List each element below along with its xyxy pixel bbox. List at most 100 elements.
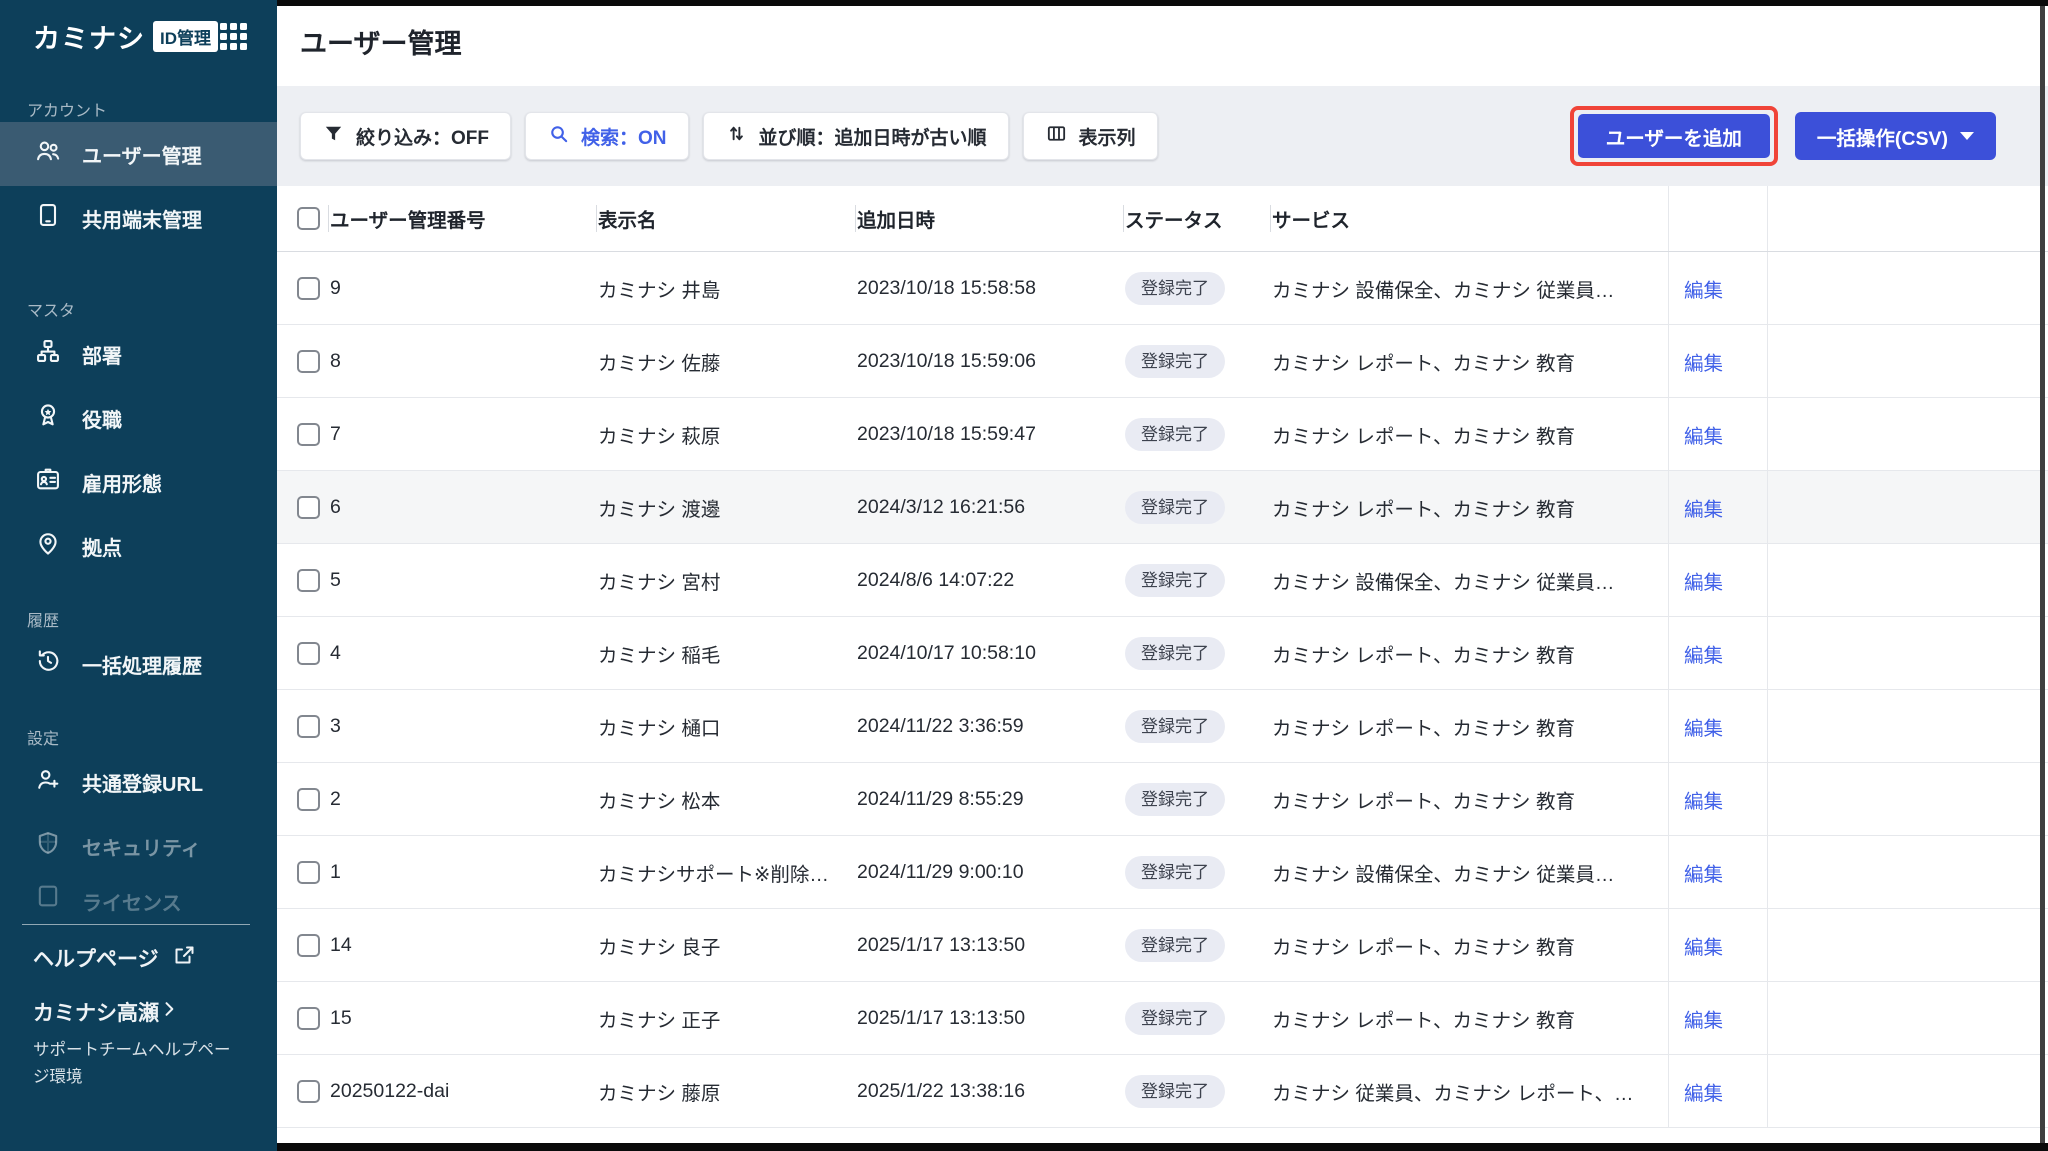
row-spacer-cell — [1767, 252, 2048, 324]
row-checkbox[interactable] — [297, 568, 320, 592]
edit-cell: 編集 — [1668, 325, 1767, 397]
row-spacer-cell — [1767, 690, 2048, 762]
sidebar-item-user-management[interactable]: ユーザー管理 — [0, 122, 277, 186]
user-id-cell: 8 — [330, 349, 341, 372]
edit-cell: 編集 — [1668, 982, 1767, 1054]
column-header-status[interactable]: ステータス — [1123, 186, 1270, 251]
row-checkbox[interactable] — [297, 714, 320, 738]
edit-link[interactable]: 編集 — [1684, 785, 1723, 814]
status-badge: 登録完了 — [1125, 417, 1225, 451]
services-cell: カミナシ 設備保全、カミナシ 従業員… — [1272, 279, 1615, 302]
row-checkbox[interactable] — [297, 641, 320, 665]
sidebar-item-label: 一括処理履歴 — [82, 655, 202, 678]
display-name-cell: カミナシサポート※削除… — [598, 863, 829, 886]
search-label: 検索：ON — [581, 127, 667, 149]
edit-link[interactable]: 編集 — [1684, 420, 1723, 449]
column-header-added-at[interactable]: 追加日時 — [855, 186, 1123, 251]
status-cell: 登録完了 — [1123, 763, 1270, 835]
sidebar-item-label: 役職 — [82, 409, 122, 432]
account-menu[interactable]: カミナシ高瀬 — [0, 993, 277, 1031]
row-select-cell — [277, 398, 328, 470]
row-checkbox[interactable] — [297, 349, 320, 373]
display-name-cell: カミナシ 樋口 — [598, 717, 721, 740]
select-all-cell — [277, 186, 328, 251]
added-at-cell: 2023/10/18 15:59:06 — [857, 349, 1036, 372]
row-checkbox[interactable] — [297, 422, 320, 446]
vertical-scrollbar[interactable] — [2040, 6, 2045, 1143]
added-at-cell: 2024/11/29 8:55:29 — [857, 787, 1024, 810]
help-page-link[interactable]: ヘルプページ — [0, 939, 277, 977]
sidebar-item-security[interactable]: セキュリティ — [0, 814, 277, 878]
edit-link[interactable]: 編集 — [1684, 274, 1723, 303]
status-cell: 登録完了 — [1123, 544, 1270, 616]
external-link-icon — [173, 943, 197, 973]
license-icon — [34, 882, 62, 916]
row-checkbox[interactable] — [297, 933, 320, 957]
edit-link[interactable]: 編集 — [1684, 858, 1723, 887]
column-header-services[interactable]: サービス — [1270, 186, 1668, 251]
column-header-spacer — [1767, 186, 2048, 251]
row-checkbox[interactable] — [297, 1079, 320, 1103]
columns-icon — [1045, 122, 1068, 151]
sidebar-item-locations[interactable]: 拠点 — [0, 514, 277, 578]
added-at-cell: 2024/3/12 16:21:56 — [857, 495, 1026, 518]
logo-text: カミナシ — [33, 23, 145, 54]
user-id-cell: 6 — [330, 495, 341, 518]
sidebar-item-registration-url[interactable]: 共通登録URL — [0, 750, 277, 814]
sidebar-divider — [22, 924, 250, 925]
sidebar-item-departments[interactable]: 部署 — [0, 322, 277, 386]
user-id-cell: 20250122-dai — [330, 1079, 450, 1102]
edit-link[interactable]: 編集 — [1684, 639, 1723, 668]
sidebar-item-shared-devices[interactable]: 共用端末管理 — [0, 186, 277, 250]
display-name-cell: カミナシ 渡邊 — [598, 498, 721, 521]
app-logo[interactable]: カミナシ ID管理 — [0, 0, 277, 72]
added-at-cell: 2023/10/18 15:59:47 — [857, 422, 1036, 445]
edit-cell: 編集 — [1668, 617, 1767, 689]
select-all-checkbox[interactable] — [297, 207, 320, 230]
row-checkbox[interactable] — [297, 860, 320, 884]
sidebar-item-label: 部署 — [82, 345, 122, 368]
services-cell: カミナシ レポート、カミナシ 教育 — [1272, 1009, 1575, 1032]
sidebar-item-positions[interactable]: 役職 — [0, 386, 277, 450]
row-spacer-cell — [1767, 836, 2048, 908]
sort-button[interactable]: 並び順：追加日時が古い順 — [702, 112, 1009, 160]
sidebar-item-label: 共通登録URL — [82, 773, 204, 796]
edit-link[interactable]: 編集 — [1684, 493, 1723, 522]
display-name-cell: カミナシ 佐藤 — [598, 352, 721, 375]
edit-link[interactable]: 編集 — [1684, 931, 1723, 960]
sidebar-item-employment-type[interactable]: 雇用形態 — [0, 450, 277, 514]
table-row: 15 カミナシ 正子 2025/1/17 13:13:50 登録完了 カミナシ … — [277, 982, 2048, 1055]
edit-link[interactable]: 編集 — [1684, 1004, 1723, 1033]
added-at-cell: 2024/11/22 3:36:59 — [857, 714, 1024, 737]
row-checkbox[interactable] — [297, 276, 320, 300]
status-badge: 登録完了 — [1125, 782, 1225, 816]
columns-button[interactable]: 表示列 — [1022, 112, 1158, 160]
user-id-cell: 5 — [330, 568, 341, 591]
row-checkbox[interactable] — [297, 787, 320, 811]
status-badge: 登録完了 — [1125, 563, 1225, 597]
apps-grid-icon[interactable] — [220, 22, 247, 50]
table-header-row: ユーザー管理番号 表示名 追加日時 ステータス サービス — [277, 186, 2048, 252]
search-button[interactable]: 検索：ON — [525, 112, 689, 160]
bulk-actions-button[interactable]: 一括操作(CSV) — [1794, 112, 1996, 160]
row-checkbox[interactable] — [297, 1006, 320, 1030]
status-cell: 登録完了 — [1123, 690, 1270, 762]
status-cell: 登録完了 — [1123, 325, 1270, 397]
row-select-cell — [277, 763, 328, 835]
column-header-display-name[interactable]: 表示名 — [596, 186, 855, 251]
account-name: カミナシ高瀬 — [33, 1002, 159, 1025]
edit-link[interactable]: 編集 — [1684, 712, 1723, 741]
edit-link[interactable]: 編集 — [1684, 347, 1723, 376]
column-header-user-id[interactable]: ユーザー管理番号 — [328, 186, 596, 251]
sidebar-item-batch-history[interactable]: 一括処理履歴 — [0, 632, 277, 696]
sidebar-item-license[interactable]: ライセンス — [0, 878, 277, 918]
add-user-button[interactable]: ユーザーを追加 — [1577, 114, 1770, 158]
sort-label: 並び順：追加日時が古い順 — [758, 127, 987, 149]
edit-link[interactable]: 編集 — [1684, 1077, 1723, 1106]
added-at-cell: 2025/1/17 13:13:50 — [857, 1006, 1026, 1029]
row-spacer-cell — [1767, 398, 2048, 470]
filter-button[interactable]: 絞り込み：OFF — [300, 112, 511, 160]
edit-link[interactable]: 編集 — [1684, 566, 1723, 595]
sidebar-section-settings: 設定 — [27, 731, 60, 748]
row-checkbox[interactable] — [297, 495, 320, 519]
